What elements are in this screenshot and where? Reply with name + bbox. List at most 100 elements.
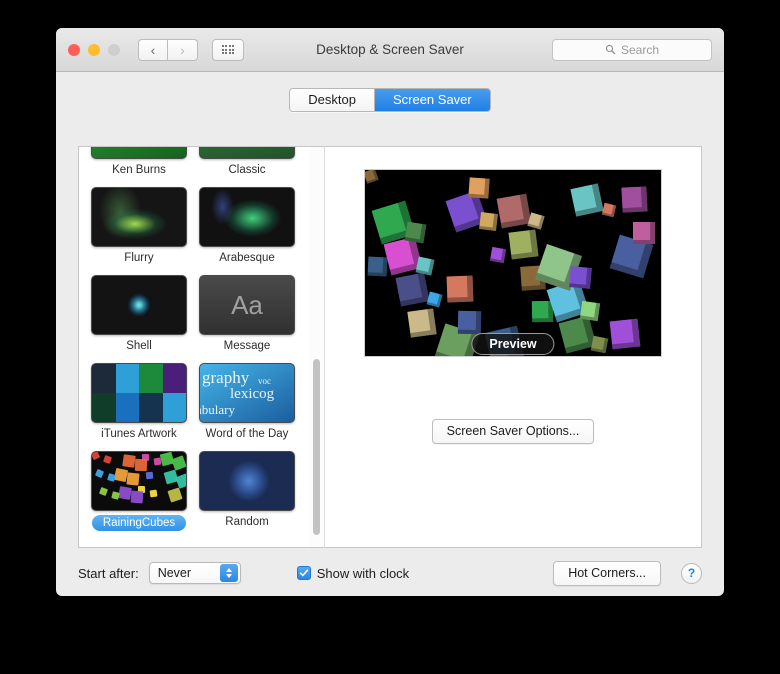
preview-cube <box>609 318 641 350</box>
screensaver-item-itunes-artwork[interactable]: iTunes Artwork <box>91 363 187 441</box>
screensaver-thumbnail[interactable] <box>91 451 187 511</box>
scrollbar-track[interactable] <box>310 147 324 547</box>
screensaver-item-classic[interactable]: Classic <box>199 147 295 177</box>
preview-cube <box>426 291 443 308</box>
screensaver-thumbnail[interactable]: graphy lexicog abulary voc <box>199 363 295 423</box>
preferences-window: ‹ › Desktop & Screen Saver Search Deskto… <box>56 28 724 596</box>
screensaver-thumbnail[interactable] <box>91 363 187 423</box>
screensaver-thumbnail[interactable] <box>91 187 187 247</box>
cube-shape <box>149 489 158 498</box>
album-tile <box>92 364 116 393</box>
window-titlebar: ‹ › Desktop & Screen Saver Search <box>56 28 724 72</box>
show-all-button[interactable] <box>212 38 244 61</box>
show-clock-checkbox[interactable] <box>296 566 311 580</box>
screensaver-item-message[interactable]: Aa Message <box>199 275 295 353</box>
screensaver-name: Arabesque <box>219 252 275 264</box>
preview-pane: Preview Screen Saver Options... <box>324 146 702 548</box>
list-scrollbar[interactable] <box>310 146 324 548</box>
screensaver-item-ken-burns[interactable]: Ken Burns <box>91 147 187 177</box>
screensaver-name: RainingCubes <box>91 515 187 531</box>
cube-shape <box>153 457 162 466</box>
album-tile <box>139 364 163 393</box>
help-button[interactable]: ? <box>681 562 702 584</box>
wotd-word: lexicog <box>230 386 275 402</box>
cube-shape <box>130 490 144 504</box>
screensaver-name: iTunes Artwork <box>101 428 177 440</box>
cube-shape <box>98 486 109 497</box>
cube-shape <box>126 472 140 486</box>
preview-cube <box>601 202 617 218</box>
preview-cube <box>404 221 427 244</box>
content-area: Ken Burns Classic Flurry Arabesque Shell Aa Me… <box>78 146 702 548</box>
cube-shape <box>111 491 120 500</box>
screensaver-name: Classic <box>228 164 266 176</box>
tab-screen-saver[interactable]: Screen Saver <box>373 89 490 111</box>
start-after-label: Start after: <box>78 565 139 581</box>
back-button[interactable]: ‹ <box>138 38 168 61</box>
album-tile <box>115 364 139 393</box>
screensaver-item-shell[interactable]: Shell <box>91 275 187 353</box>
album-tile <box>139 393 163 422</box>
screensaver-thumbnail[interactable] <box>199 187 295 247</box>
screensaver-name: Random <box>225 516 269 528</box>
preview-cube <box>407 308 437 338</box>
album-tile <box>115 393 139 422</box>
cube-shape <box>94 468 105 479</box>
search-icon <box>605 44 616 55</box>
preview-cube <box>446 275 474 303</box>
checkmark-icon <box>299 569 308 577</box>
preview-cube <box>570 183 604 217</box>
screensaver-thumbnail[interactable] <box>91 275 187 335</box>
tab-bar: Desktop Screen Saver <box>56 72 724 124</box>
preview-cube <box>415 256 435 276</box>
preview-cube <box>479 212 498 231</box>
search-input[interactable]: Search <box>552 38 712 61</box>
preview-cube <box>531 300 554 323</box>
screensaver-item-arabesque[interactable]: Arabesque <box>199 187 295 265</box>
cube-shape <box>171 455 186 471</box>
screensaver-item-flurry[interactable]: Flurry <box>91 187 187 265</box>
bottom-controls: Start after: Never Show with clock Hot C… <box>78 558 702 588</box>
scrollbar-thumb[interactable] <box>313 359 320 535</box>
screensaver-list[interactable]: Ken Burns Classic Flurry Arabesque Shell Aa Me… <box>78 146 310 548</box>
preview-button[interactable]: Preview <box>471 333 555 355</box>
navigation-buttons: ‹ › <box>138 38 198 61</box>
screensaver-name: Word of the Day <box>205 428 289 440</box>
screensaver-item-random[interactable]: Random <box>199 451 295 531</box>
preview-cube <box>569 266 592 289</box>
preview-cube <box>365 170 379 184</box>
start-after-dropdown[interactable]: Never <box>148 562 241 584</box>
screensaver-thumbnail[interactable]: Aa <box>199 275 295 335</box>
preview-cube <box>633 222 655 244</box>
screensaver-preview[interactable]: Preview <box>364 169 662 357</box>
preview-cube <box>395 272 430 307</box>
screensaver-thumbnail[interactable] <box>199 147 295 159</box>
preview-cube <box>468 177 490 199</box>
cube-shape <box>103 455 112 464</box>
preview-cube <box>527 212 545 230</box>
show-clock-label: Show with clock <box>316 565 410 581</box>
screensaver-name: Flurry <box>124 252 154 264</box>
album-tile <box>92 393 116 422</box>
screensaver-item-rainingcubes[interactable]: RainingCubes <box>91 451 187 531</box>
show-clock-checkbox-group[interactable]: Show with clock <box>296 565 410 581</box>
screensaver-item-word-of-the-day[interactable]: graphy lexicog abulary voc Word of the Day <box>199 363 295 441</box>
screensaver-thumbnail[interactable] <box>91 147 187 159</box>
screen-saver-options-button[interactable]: Screen Saver Options... <box>431 419 595 444</box>
traffic-lights <box>68 43 120 56</box>
chevron-updown-icon <box>219 564 238 582</box>
minimize-button[interactable] <box>88 43 100 56</box>
grid-icon <box>221 44 235 55</box>
message-glyph: Aa <box>231 290 263 320</box>
preview-cube <box>508 229 539 260</box>
wotd-word: abulary <box>199 402 235 417</box>
hot-corners-button[interactable]: Hot Corners... <box>553 560 661 586</box>
tab-desktop[interactable]: Desktop <box>290 89 374 111</box>
preview-cube <box>590 335 609 354</box>
close-button[interactable] <box>68 43 80 56</box>
cube-shape <box>134 458 148 472</box>
screensaver-name: Message <box>223 340 271 352</box>
wotd-word: graphy <box>202 368 250 387</box>
album-tile <box>162 393 186 422</box>
screensaver-thumbnail[interactable] <box>199 451 295 511</box>
